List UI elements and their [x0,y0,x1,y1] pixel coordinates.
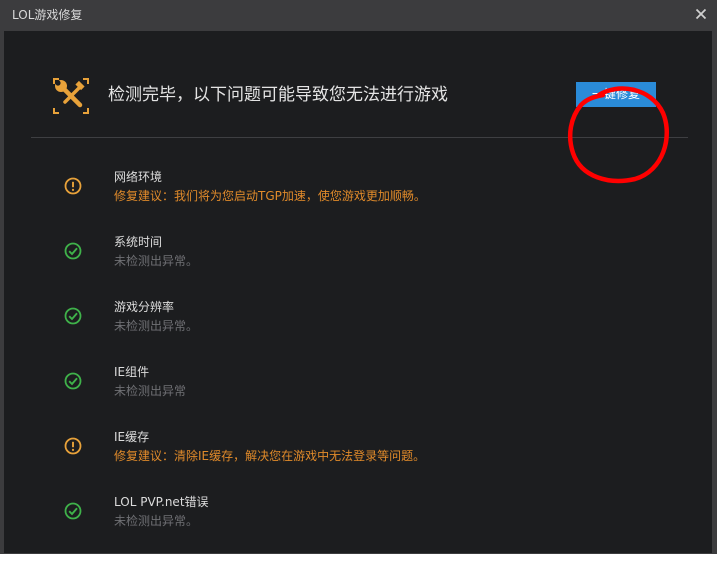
check-item-suggestion: 修复建议：我们将为您启动TGP加速，使您游戏更加顺畅。 [114,189,426,203]
app-window: LOL游戏修复 检测完毕，以下问题可能导致您无法进行游戏 一键修复 网络环境 修… [0,0,717,554]
check-item-system-time: 系统时间 未检测出异常。 [64,234,624,274]
check-item-resolution: 游戏分辨率 未检测出异常。 [64,299,624,339]
check-item-result: 未检测出异常 [114,384,187,398]
check-icon [64,242,82,260]
status-message: 检测完毕，以下问题可能导致您无法进行游戏 [108,85,448,105]
title-bar[interactable]: LOL游戏修复 [0,0,717,30]
check-icon [64,372,82,390]
check-item-result: 未检测出异常。 [114,254,199,268]
warning-icon [64,177,82,195]
check-item-name: 游戏分辨率 [114,300,175,314]
check-icon [64,307,82,325]
check-item-network: 网络环境 修复建议：我们将为您启动TGP加速，使您游戏更加顺畅。 [64,169,624,209]
check-item-pvp-net: LOL PVP.net错误 未检测出异常。 [64,494,624,534]
content-panel: 检测完毕，以下问题可能导致您无法进行游戏 一键修复 网络环境 修复建议：我们将为… [4,31,712,553]
check-item-suggestion: 修复建议：清除IE缓存，解决您在游戏中无法登录等问题。 [114,449,426,463]
one-click-fix-button[interactable]: 一键修复 [576,82,656,107]
warning-icon [64,437,82,455]
check-item-name: IE缓存 [114,430,150,444]
check-item-name: LOL PVP.net错误 [114,495,209,509]
check-item-ie-cache: IE缓存 修复建议：清除IE缓存，解决您在游戏中无法登录等问题。 [64,429,624,469]
wrench-icon [50,75,92,117]
check-item-name: IE组件 [114,365,150,379]
check-item-ie-component: IE组件 未检测出异常 [64,364,624,404]
check-icon [64,502,82,520]
check-item-result: 未检测出异常。 [114,319,199,333]
check-item-result: 未检测出异常。 [114,514,199,528]
window-title: LOL游戏修复 [12,8,83,22]
divider [31,137,688,138]
check-item-name: 系统时间 [114,235,163,249]
check-item-name: 网络环境 [114,170,163,184]
close-icon[interactable] [691,4,711,24]
